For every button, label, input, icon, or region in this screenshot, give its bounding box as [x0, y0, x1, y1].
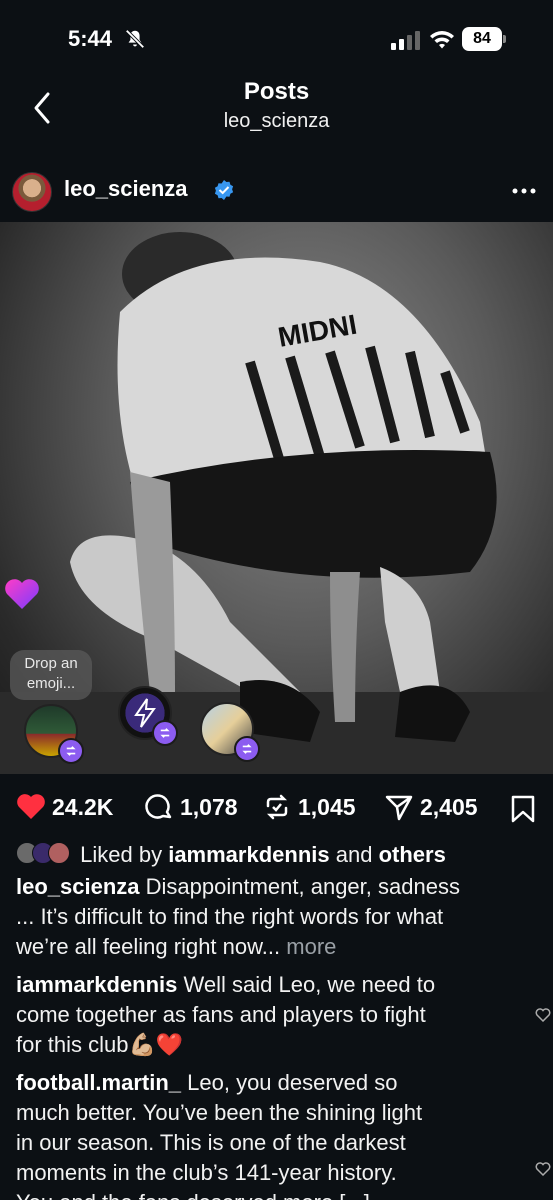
comment-item: iammarkdennis Well said Leo, we need to …: [16, 970, 516, 1060]
repost-avatar-1[interactable]: [24, 704, 84, 764]
repost-badge-icon: [58, 738, 84, 764]
like-count: 24.2K: [52, 793, 114, 820]
battery-indicator: 84: [462, 27, 506, 51]
avatar[interactable]: [12, 172, 52, 212]
repost-icon: [266, 794, 288, 820]
drop-emoji-prompt[interactable]: Drop an emoji...: [10, 650, 92, 700]
comment-text: in our season. This is one of the darkes…: [16, 1130, 406, 1155]
bookmark-icon[interactable]: [510, 794, 536, 824]
status-time: 5:44: [68, 26, 113, 51]
comment-text: much better. You’ve been the shining lig…: [16, 1100, 423, 1125]
caption-username[interactable]: leo_scienza: [16, 874, 140, 899]
repost-count: 1,045: [298, 793, 356, 820]
status-bar: 5:44 84: [0, 0, 553, 82]
post-header: leo_scienza: [0, 162, 553, 222]
repost-avatar-2[interactable]: [118, 686, 178, 746]
floating-heart-icon: [5, 579, 39, 609]
share-count: 2,405: [420, 793, 478, 820]
heart-filled-icon: [17, 794, 45, 819]
nav-header: Posts leo_scienza: [0, 72, 553, 152]
page-subtitle[interactable]: leo_scienza: [0, 110, 553, 133]
comment-bubble-icon: [145, 794, 172, 819]
liked-by-others[interactable]: others: [379, 842, 446, 867]
more-options-icon[interactable]: [512, 188, 536, 194]
caption-line-1: Disappointment, anger, sadness: [145, 874, 460, 899]
post-action-bar: 24.2K 1,078 1,045 2,405: [0, 782, 553, 832]
comment-text: Well said Leo, we need to: [183, 972, 436, 997]
comment-text: You and the fans deserved more [...]: [16, 1188, 516, 1200]
page-title: Posts: [243, 78, 310, 105]
comment-username[interactable]: iammarkdennis: [16, 972, 177, 997]
caption-line-3: we’re all feeling right now...: [16, 934, 281, 959]
caption-more-link[interactable]: more: [286, 934, 336, 959]
comment-count: 1,078: [180, 793, 238, 820]
repost-badge-icon: [152, 720, 178, 746]
liked-by-row[interactable]: Liked by iammarkdennis and others: [16, 840, 446, 870]
comment-button[interactable]: 1,078: [144, 792, 238, 822]
comment-text: for this club💪🏼❤️: [16, 1032, 184, 1057]
liked-by-and: and: [335, 842, 373, 867]
comment-text: Leo, you deserved so: [187, 1070, 398, 1095]
like-button[interactable]: 24.2K: [16, 792, 113, 822]
share-button[interactable]: 2,405: [384, 792, 478, 822]
lightning-icon: [134, 698, 156, 728]
caption-line-2: ... It’s difficult to find the right wor…: [16, 904, 444, 929]
liked-by-avatars: [16, 842, 74, 866]
caption: leo_scienza Disappointment, anger, sadne…: [16, 872, 516, 962]
liked-by-user[interactable]: iammarkdennis: [168, 842, 329, 867]
bell-slash-icon: [125, 29, 145, 49]
send-paper-plane-icon: [385, 795, 413, 821]
cellular-signal-icon: [391, 31, 420, 50]
repost-button[interactable]: 1,045: [262, 792, 356, 822]
post-image[interactable]: MIDNI Drop an emoji...: [0, 222, 553, 774]
liked-by-prefix: Liked by: [80, 842, 163, 867]
repost-avatar-3[interactable]: [200, 702, 260, 762]
comment-username[interactable]: football.martin_: [16, 1070, 181, 1095]
comment-item: football.martin_ Leo, you deserved so mu…: [16, 1068, 516, 1200]
repost-badge-icon: [234, 736, 260, 762]
comment-text: moments in the club’s 141-year history.: [16, 1160, 397, 1185]
verified-badge-icon: [214, 180, 234, 200]
comment-text: come together as fans and players to fig…: [16, 1002, 426, 1027]
comment-like-icon[interactable]: [535, 1162, 551, 1176]
post-username[interactable]: leo_scienza: [64, 176, 188, 202]
wifi-icon: [430, 31, 454, 49]
comment-like-icon[interactable]: [535, 1008, 551, 1022]
